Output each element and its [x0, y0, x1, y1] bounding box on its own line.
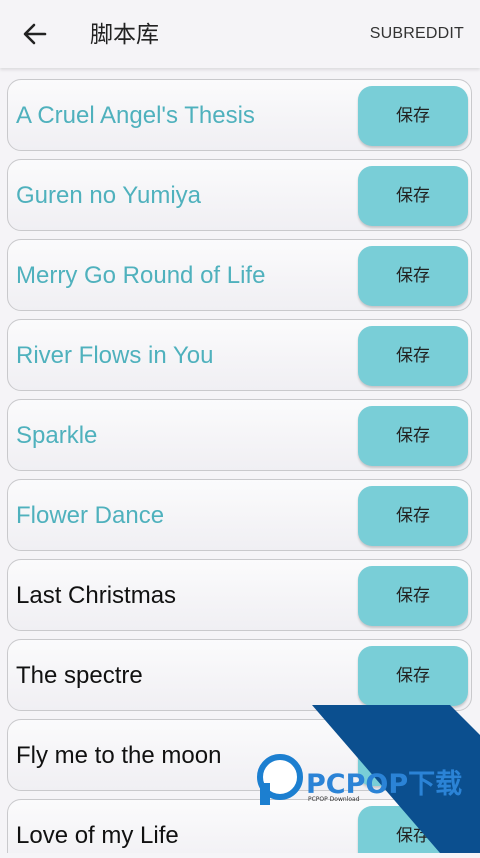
- save-button[interactable]: 保存: [358, 566, 468, 626]
- song-row[interactable]: The spectre 保存: [7, 639, 472, 711]
- save-button[interactable]: 保存: [358, 166, 468, 226]
- song-row[interactable]: Guren no Yumiya 保存: [7, 159, 472, 231]
- save-button[interactable]: 保存: [358, 246, 468, 306]
- back-button[interactable]: [20, 19, 50, 49]
- song-title: River Flows in You: [16, 342, 214, 369]
- save-button[interactable]: 保存: [358, 486, 468, 546]
- app-bar: 脚本库 SUBREDDIT: [0, 0, 480, 68]
- song-title: Fly me to the moon: [16, 742, 222, 769]
- song-title: Last Christmas: [16, 582, 177, 609]
- subreddit-button[interactable]: SUBREDDIT: [370, 25, 464, 43]
- save-button[interactable]: 保存: [358, 326, 468, 386]
- watermark-logo: PCPOP下载 PCPOP Download: [257, 705, 480, 853]
- song-title: Sparkle: [16, 422, 98, 449]
- song-title: Guren no Yumiya: [16, 182, 202, 209]
- pcpop-watermark: PCPOP下载 PCPOP Download: [250, 705, 480, 853]
- song-row[interactable]: Sparkle 保存: [7, 399, 472, 471]
- song-row[interactable]: River Flows in You 保存: [7, 319, 472, 391]
- song-title: Love of my Life: [16, 822, 179, 849]
- song-row[interactable]: Last Christmas 保存: [7, 559, 472, 631]
- song-title: The spectre: [16, 662, 143, 689]
- watermark-subtitle: PCPOP Download: [308, 796, 360, 803]
- song-row[interactable]: A Cruel Angel's Thesis 保存: [7, 79, 472, 151]
- save-button[interactable]: 保存: [358, 646, 468, 706]
- song-title: A Cruel Angel's Thesis: [16, 102, 255, 129]
- page-title: 脚本库: [90, 21, 159, 47]
- save-button[interactable]: 保存: [358, 406, 468, 466]
- arrow-left-icon: [23, 23, 47, 45]
- save-button[interactable]: 保存: [358, 86, 468, 146]
- song-row[interactable]: Flower Dance 保存: [7, 479, 472, 551]
- song-row[interactable]: Merry Go Round of Life 保存: [7, 239, 472, 311]
- song-title: Merry Go Round of Life: [16, 262, 266, 289]
- song-title: Flower Dance: [16, 502, 165, 529]
